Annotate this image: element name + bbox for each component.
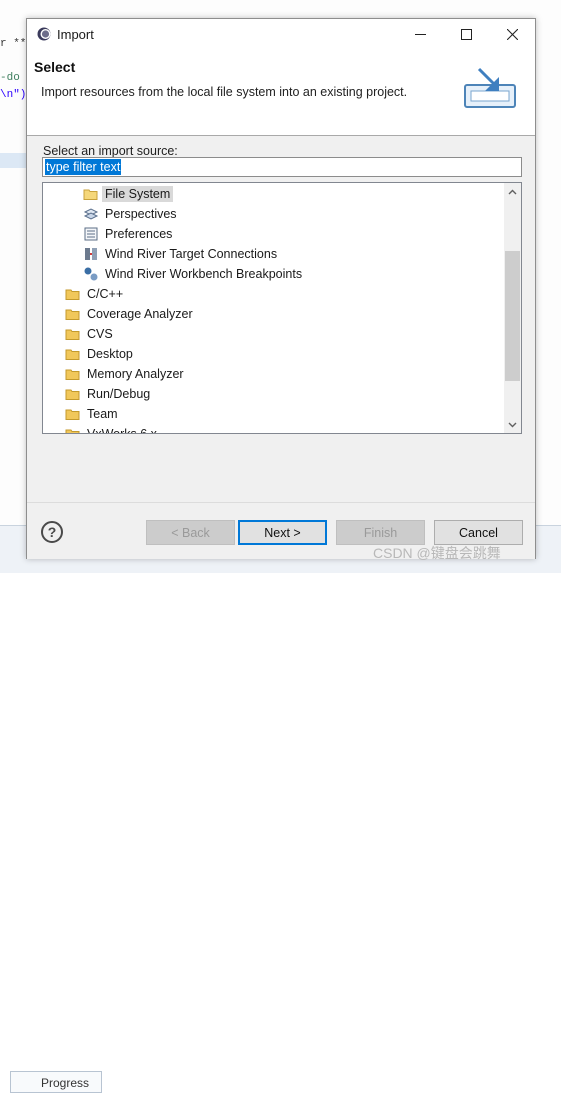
help-button[interactable]: ? xyxy=(41,521,63,543)
progress-tab[interactable]: Progress xyxy=(10,1071,102,1093)
tree-item-preferences[interactable]: Preferences xyxy=(83,224,175,244)
folder-icon xyxy=(65,369,80,380)
folder-icon xyxy=(65,289,80,300)
folder-open-icon xyxy=(83,189,98,200)
preferences-icon xyxy=(84,227,98,241)
filter-text: type filter text xyxy=(45,159,122,175)
title-bar: Import xyxy=(27,19,535,49)
tree-scrollbar[interactable] xyxy=(504,183,521,433)
import-source-tree[interactable]: File System Perspectives Preferences Win… xyxy=(42,182,522,434)
tree-item-cvs[interactable]: CVS xyxy=(65,324,116,344)
import-wizard-icon xyxy=(464,67,516,108)
page-description: Import resources from the local file sys… xyxy=(41,85,408,99)
cancel-button[interactable]: Cancel xyxy=(434,520,523,545)
window-title: Import xyxy=(57,27,94,42)
tree-item-breakpoints[interactable]: Wind River Workbench Breakpoints xyxy=(83,264,305,284)
back-button[interactable]: < Back xyxy=(146,520,235,545)
folder-icon xyxy=(65,429,80,433)
chevron-up-icon xyxy=(508,189,517,194)
tree-item-coverage-analyzer[interactable]: Coverage Analyzer xyxy=(65,304,196,324)
minimize-button[interactable] xyxy=(397,19,443,49)
tree-item-run-debug[interactable]: Run/Debug xyxy=(65,384,153,404)
code-line: r ** xyxy=(0,38,27,50)
maximize-icon xyxy=(460,28,472,40)
wizard-banner: Select Import resources from the local f… xyxy=(27,49,535,136)
close-button[interactable] xyxy=(489,19,535,49)
folder-icon xyxy=(65,409,80,420)
next-button[interactable]: Next > xyxy=(238,520,327,545)
current-line-highlight xyxy=(0,153,28,168)
tree-item-memory-analyzer[interactable]: Memory Analyzer xyxy=(65,364,187,384)
folder-icon xyxy=(65,389,80,400)
maximize-button[interactable] xyxy=(443,19,489,49)
folder-icon xyxy=(65,329,80,340)
tree-item-desktop[interactable]: Desktop xyxy=(65,344,136,364)
close-icon xyxy=(506,28,518,40)
tree-item-target-connections[interactable]: Wind River Target Connections xyxy=(83,244,280,264)
watermark: CSDN @键盘会跳舞 xyxy=(373,545,501,561)
wizard-body: Select an import source: type filter tex… xyxy=(27,136,535,518)
tree-item-team[interactable]: Team xyxy=(65,404,121,424)
tree-item-perspectives[interactable]: Perspectives xyxy=(83,204,180,224)
finish-button[interactable]: Finish xyxy=(336,520,425,545)
chevron-down-icon xyxy=(508,422,517,427)
code-line: -do xyxy=(0,72,20,84)
tree-item-cpp[interactable]: C/C++ xyxy=(65,284,126,304)
tree-item-vxworks[interactable]: VxWorks 6.x xyxy=(65,424,160,433)
target-connections-icon xyxy=(85,248,97,260)
perspectives-icon xyxy=(83,208,99,220)
import-source-label: Select an import source: xyxy=(43,144,178,158)
tree-item-file-system[interactable]: File System xyxy=(83,184,174,204)
import-dialog: Import Select Import resources from the … xyxy=(26,18,536,559)
page-title: Select xyxy=(34,59,76,75)
help-icon: ? xyxy=(47,524,57,540)
breakpoints-icon xyxy=(84,267,98,281)
folder-icon xyxy=(65,349,80,360)
scroll-down-button[interactable] xyxy=(504,416,521,433)
minimize-icon xyxy=(414,33,426,35)
scroll-up-button[interactable] xyxy=(504,183,521,200)
folder-icon xyxy=(65,309,80,320)
scroll-thumb[interactable] xyxy=(505,251,520,381)
eclipse-icon xyxy=(37,27,51,41)
filter-input[interactable]: type filter text xyxy=(42,157,522,177)
